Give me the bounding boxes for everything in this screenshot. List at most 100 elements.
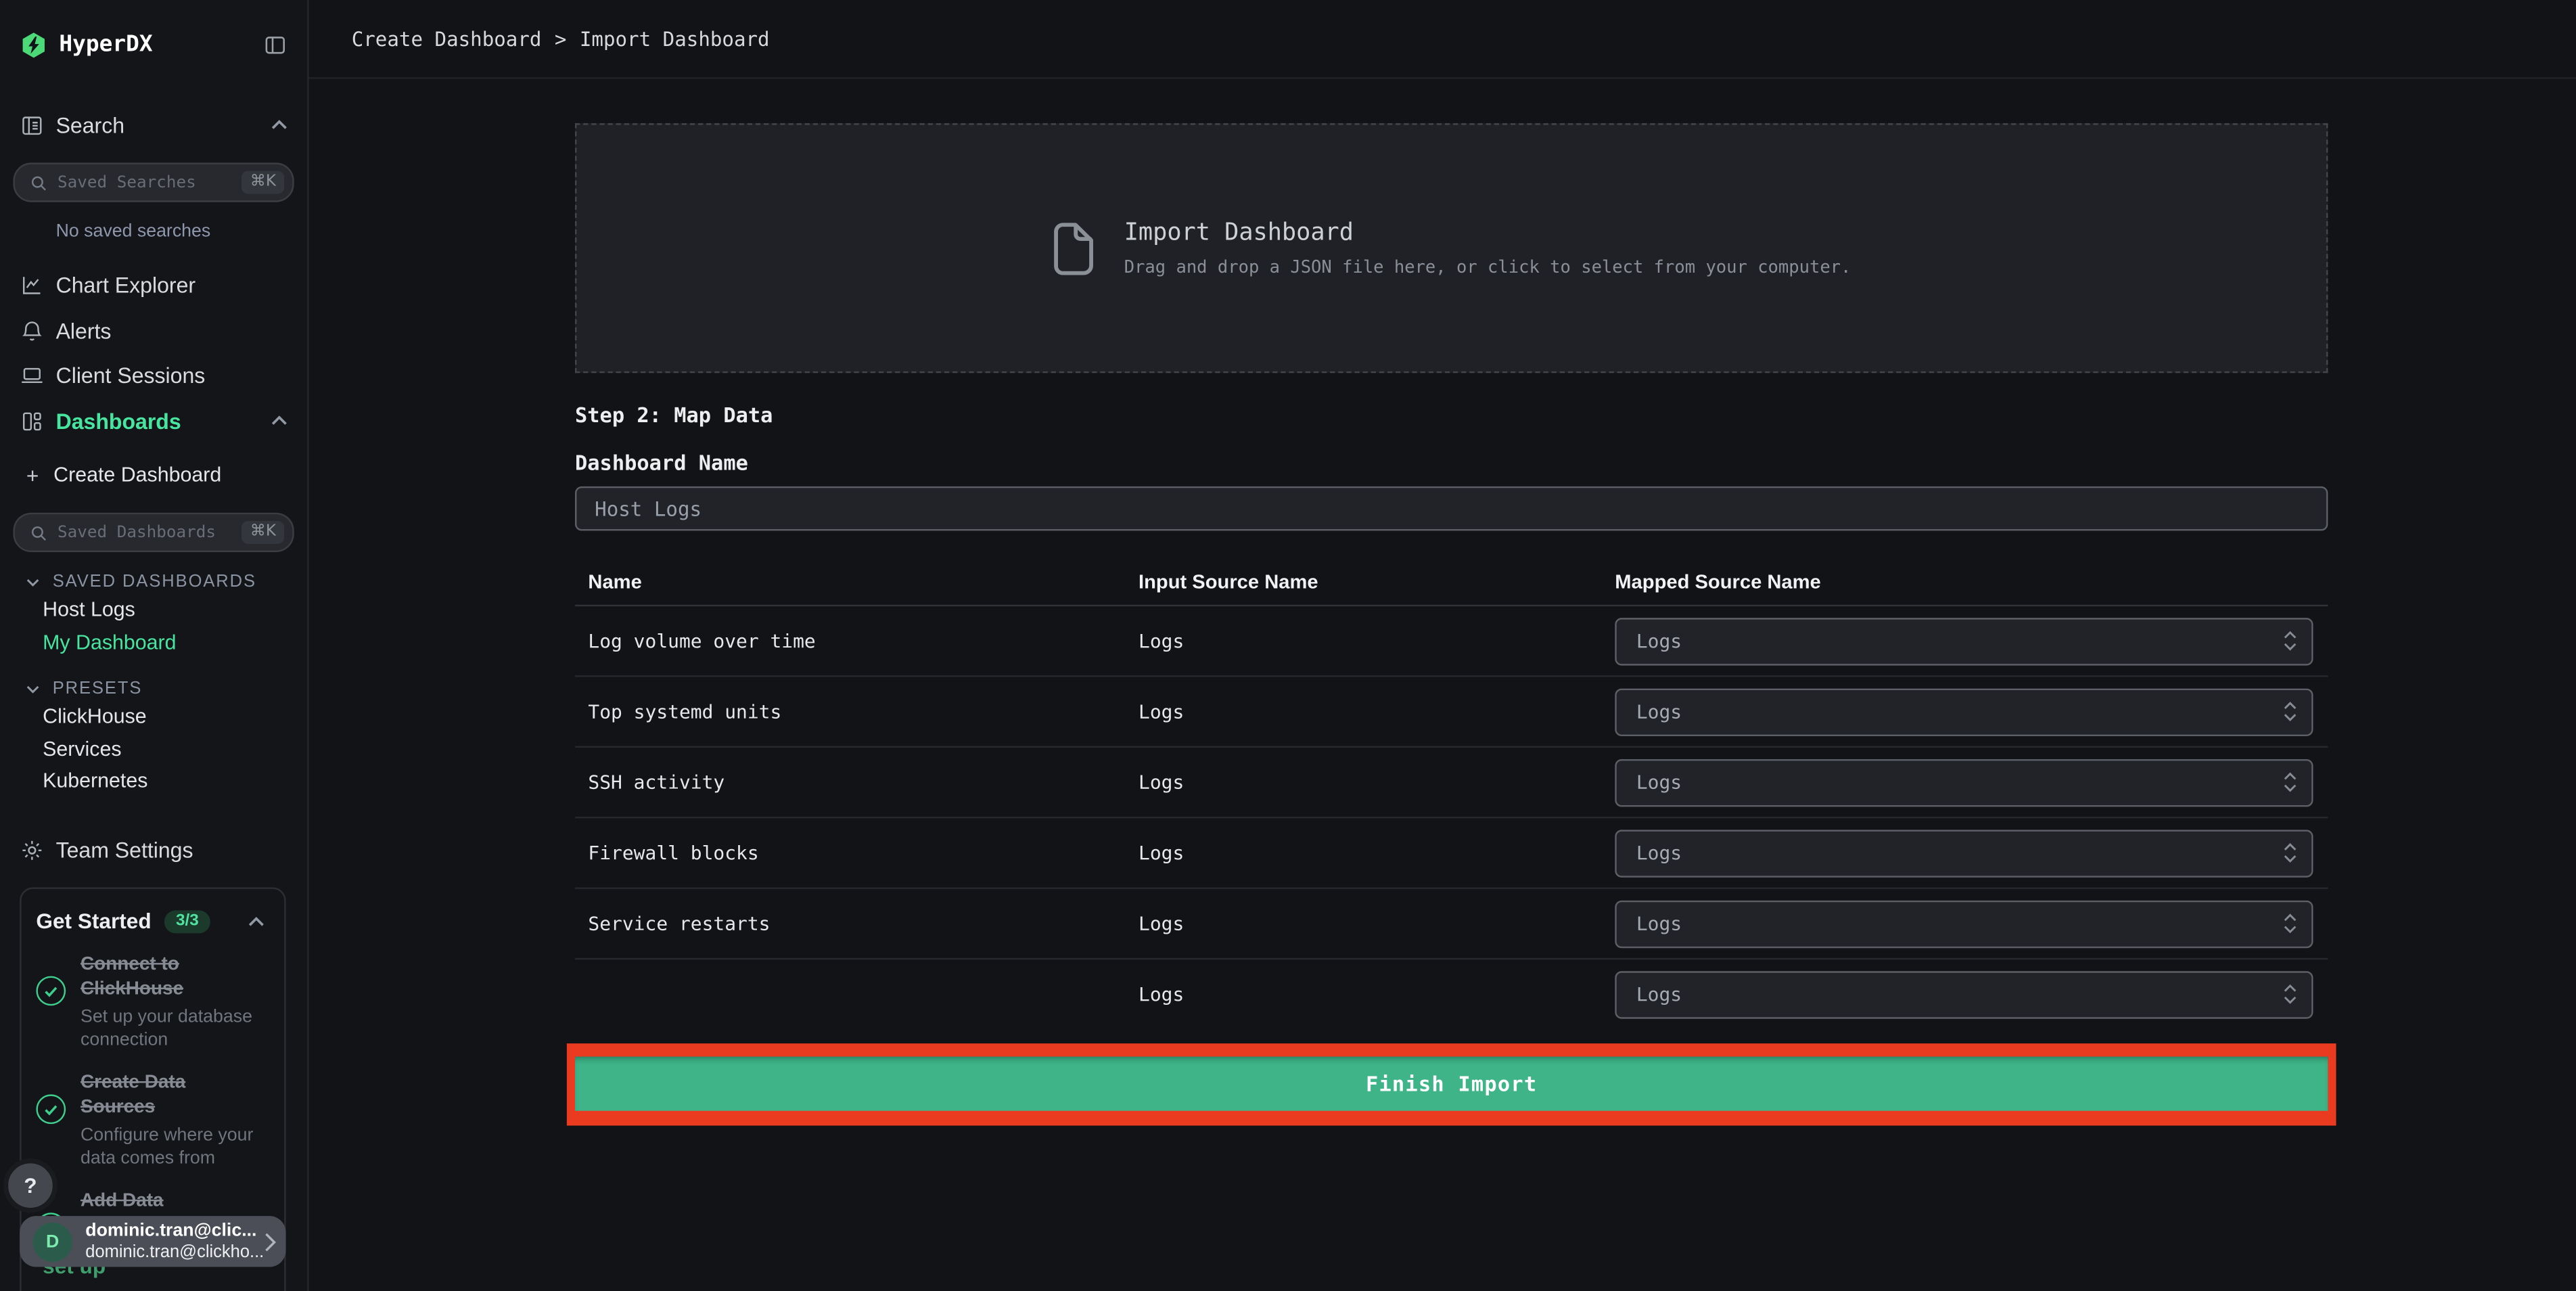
saved-dashboards-input[interactable] [57, 523, 242, 542]
search-icon [31, 175, 46, 190]
step-title: Create Data Sources [80, 1072, 186, 1118]
breadcrumb-create-dashboard[interactable]: Create Dashboard [352, 27, 542, 50]
breadcrumb-import-dashboard: Import Dashboard [579, 27, 770, 51]
user-email: dominic.tran@clickho... [85, 1242, 264, 1263]
logo-row: HyperDX [0, 0, 307, 66]
presets-group[interactable]: PRESETS [0, 675, 307, 702]
table-row: SSH activity Logs Logs [574, 748, 2328, 819]
selected-value: Logs [1636, 911, 1682, 935]
user-name: dominic.tran@clic... [85, 1221, 257, 1241]
input-source-name: Logs [1138, 629, 1184, 653]
progress-badge: 3/3 [164, 909, 210, 933]
input-source-name: Logs [1138, 911, 1184, 935]
nav-label: Alerts [55, 318, 112, 343]
click-highlight-annotation: Finish Import [566, 1043, 2337, 1126]
team-settings-label: Team Settings [55, 838, 193, 863]
json-file-dropzone[interactable]: Import Dashboard Drag and drop a JSON fi… [574, 123, 2328, 373]
sidebar-item-services[interactable]: Services [0, 733, 307, 765]
dashboards-grid-icon [22, 411, 41, 430]
select-chevrons-icon [2284, 913, 2297, 934]
sidebar-item-search[interactable]: Search [0, 108, 307, 141]
chart-name: Log volume over time [588, 629, 816, 653]
file-icon [1054, 222, 1094, 275]
nav-label: Dashboards [55, 409, 181, 434]
sidebar-item-alerts[interactable]: Alerts [0, 308, 307, 353]
finish-import-button[interactable]: Finish Import [574, 1056, 2328, 1111]
table-row: Logs Logs [575, 959, 2328, 1028]
select-chevrons-icon [2284, 842, 2297, 863]
table-row: Firewall blocks Logs Logs [574, 818, 2328, 889]
table-header-row: Name Input Source Name Mapped Source Nam… [574, 551, 2328, 607]
table-row: Top systemd units Logs Logs [574, 677, 2328, 748]
nav-label: Chart Explorer [55, 273, 196, 298]
select-chevrons-icon [2284, 631, 2297, 651]
selected-value: Logs [1636, 770, 1682, 794]
selected-value: Logs [1636, 629, 1682, 653]
sidebar-item-client-sessions[interactable]: Client Sessions [0, 353, 307, 399]
gear-icon [22, 840, 42, 860]
sidebar-search-label: Search [55, 112, 125, 137]
sidebar-item-host-logs[interactable]: Host Logs [0, 595, 307, 627]
step-desc: Set up your database connection [80, 1007, 252, 1050]
table-row: Log volume over time Logs Logs [574, 606, 2328, 677]
get-started-step-connect[interactable]: Connect to ClickHouse Set up your databa… [36, 953, 264, 1052]
chart-name: Firewall blocks [588, 841, 759, 865]
sidebar-item-my-dashboard[interactable]: My Dashboard [0, 627, 307, 658]
sidebar-item-clickhouse[interactable]: ClickHouse [0, 702, 307, 733]
saved-dashboards-group[interactable]: SAVED DASHBOARDS [0, 568, 307, 595]
dashboard-name-input[interactable] [574, 486, 2328, 531]
sidebar-item-team-settings[interactable]: Team Settings [0, 834, 307, 867]
breadcrumb: Create Dashboard > Import Dashboard [308, 0, 2576, 79]
search-icon [31, 525, 46, 540]
no-saved-searches-text: No saved searches [55, 221, 211, 242]
dropzone-subtitle: Drag and drop a JSON file here, or click… [1124, 257, 1852, 277]
bell-icon [22, 321, 42, 340]
step-desc: Configure where your data comes from [80, 1125, 254, 1169]
mapped-source-select[interactable]: Logs [1615, 970, 2314, 1018]
step-heading: Step 2: Map Data [574, 402, 773, 428]
check-circle-icon [36, 1094, 66, 1125]
shortcut-badge: ⌘K [242, 171, 285, 194]
question-mark-icon: ? [24, 1173, 37, 1198]
chevron-down-icon [26, 685, 39, 693]
laptop-icon [22, 368, 43, 384]
nav-label: Client Sessions [55, 363, 206, 388]
avatar: D [32, 1221, 72, 1261]
sidebar-nav: Chart Explorer Alerts Client Sessions Da… [0, 263, 307, 444]
sidebar-collapse-icon[interactable] [263, 32, 288, 56]
mapped-source-select[interactable]: Logs [1615, 899, 2314, 948]
sidebar-item-kubernetes[interactable]: Kubernetes [0, 766, 307, 798]
help-button[interactable]: ? [3, 1158, 58, 1213]
selected-value: Logs [1636, 700, 1682, 723]
dashboard-name-label: Dashboard Name [574, 450, 748, 475]
chevron-up-icon [271, 416, 287, 426]
get-started-step-sources[interactable]: Create Data Sources Configure where your… [36, 1071, 264, 1170]
mapped-source-select[interactable]: Logs [1615, 758, 2314, 807]
saved-searches-input[interactable] [57, 173, 242, 191]
user-menu[interactable]: D dominic.tran@clic... dominic.tran@clic… [20, 1216, 286, 1267]
col-header-name: Name [588, 570, 642, 593]
main-area: Create Dashboard > Import Dashboard Impo… [308, 0, 2576, 1291]
chart-name: SSH activity [588, 770, 725, 794]
select-chevrons-icon [2284, 984, 2297, 1004]
chart-name: Top systemd units [588, 700, 782, 723]
mapped-source-select[interactable]: Logs [1615, 616, 2314, 665]
sidebar-item-dashboards[interactable]: Dashboards [0, 399, 307, 444]
mapped-source-select[interactable]: Logs [1615, 829, 2314, 877]
select-chevrons-icon [2284, 702, 2297, 722]
chevron-down-icon [26, 578, 39, 586]
get-started-title: Get Started [36, 908, 152, 934]
dropzone-title: Import Dashboard [1124, 219, 1354, 246]
create-dashboard-button[interactable]: + Create Dashboard [0, 459, 307, 492]
breadcrumb-separator: > [554, 27, 567, 51]
get-started-header[interactable]: Get Started 3/3 [36, 909, 264, 933]
sidebar-item-chart-explorer[interactable]: Chart Explorer [0, 263, 307, 309]
step-title: Connect to ClickHouse [80, 954, 184, 999]
saved-searches-search[interactable]: ⌘K [13, 162, 294, 202]
input-source-name: Logs [1138, 700, 1184, 723]
saved-dashboards-search[interactable]: ⌘K [13, 512, 294, 552]
group-label-text: PRESETS [52, 678, 143, 699]
col-header-mapped-source: Mapped Source Name [1615, 570, 1821, 593]
mapped-source-select[interactable]: Logs [1615, 687, 2314, 735]
chevron-up-icon [248, 915, 264, 926]
